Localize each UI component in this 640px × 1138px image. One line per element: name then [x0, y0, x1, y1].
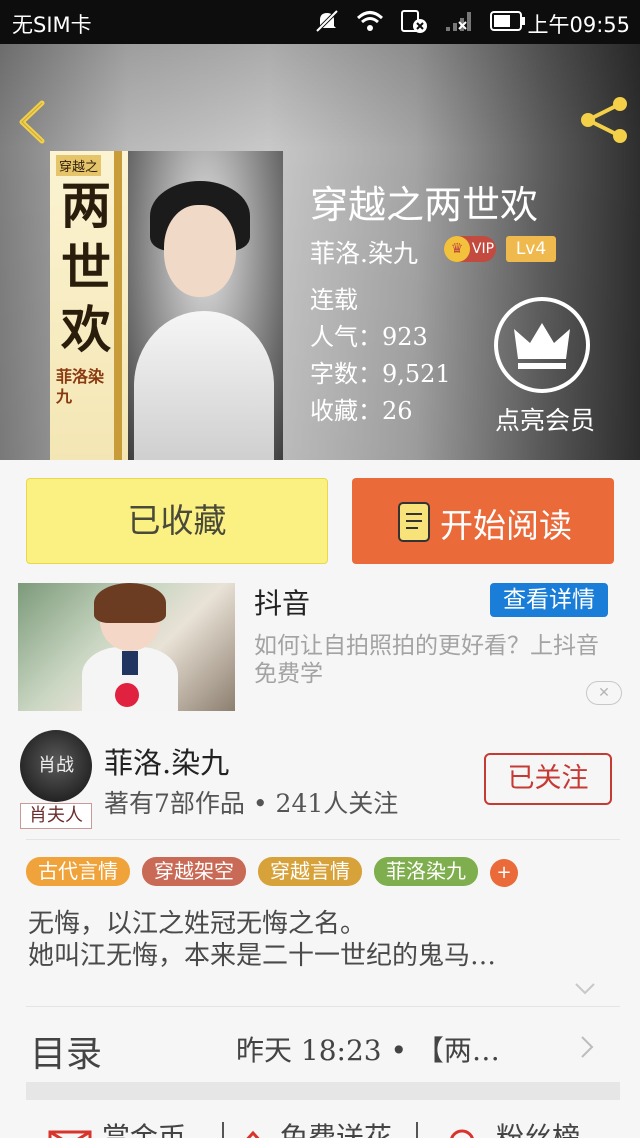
book-title: 穿越之两世欢 — [310, 183, 539, 227]
book-header: 穿越之 两 世 欢 菲洛染九 穿越之两世欢 菲洛.染九 ♛ VIP Lv4 连载… — [0, 44, 640, 460]
chevron-left-icon — [19, 100, 45, 144]
serial-status: 连载 — [310, 286, 358, 314]
followed-button[interactable]: 已关注 — [484, 753, 612, 805]
cover-title-char-2: 世 — [61, 238, 111, 297]
ad-title[interactable]: 抖音 — [254, 582, 310, 622]
start-reading-label: 开始阅读 — [440, 506, 572, 545]
signal-icon — [444, 9, 474, 38]
cover-tagline: 穿越之 — [56, 155, 102, 176]
chevron-right-icon — [581, 1036, 594, 1058]
add-tag-button[interactable]: + — [490, 859, 518, 887]
toc-label: 目录 — [30, 1034, 103, 1075]
view-details-button[interactable]: 查看详情 — [490, 583, 608, 617]
word-count: 字数：9,521 — [310, 360, 451, 388]
tag-chip[interactable]: 菲洛染九 — [374, 857, 478, 886]
bottom-action-bar: 赏金币 免费送花 粉丝榜 — [0, 1100, 640, 1138]
ad-image[interactable] — [18, 583, 235, 711]
wifi-icon — [356, 9, 384, 38]
start-reading-button[interactable]: 开始阅读 — [352, 478, 614, 564]
portrait-face — [164, 205, 236, 297]
cover-portrait — [128, 151, 283, 460]
synopsis-line: 无悔，以江之姓冠无悔之名。 — [28, 909, 367, 939]
reward-coins-button[interactable]: 赏金币 — [102, 1116, 186, 1138]
favorite-count: 收藏：26 — [310, 397, 413, 425]
book-cover[interactable]: 穿越之 两 世 欢 菲洛染九 — [50, 151, 283, 460]
send-flowers-button[interactable]: 免费送花 — [280, 1116, 392, 1138]
popularity: 人气：923 — [310, 323, 428, 351]
author-avatar[interactable]: 肖战 — [20, 730, 92, 802]
cover-title-char-3: 欢 — [61, 300, 111, 359]
book-author[interactable]: 菲洛.染九 — [310, 234, 418, 270]
record-icon — [115, 683, 139, 707]
author-name[interactable]: 菲洛.染九 — [104, 740, 229, 782]
separator — [416, 1122, 418, 1138]
table-of-contents-row[interactable]: 目录 昨天 18:23 • 【两… — [0, 1007, 640, 1085]
synopsis[interactable]: 无悔，以江之姓冠无悔之名。 她叫江无悔，本来是二十一世纪的鬼马… — [28, 908, 618, 972]
sim-error-icon — [400, 8, 428, 39]
crown-ring — [494, 297, 590, 393]
clock: 上午09:55 — [527, 13, 630, 37]
section-gap — [26, 1082, 620, 1100]
tag-chip[interactable]: 穿越言情 — [258, 857, 362, 886]
member-label: 点亮会员 — [494, 406, 595, 435]
mute-icon — [314, 8, 340, 39]
cover-title-char-1: 两 — [61, 176, 111, 235]
battery-icon — [490, 10, 526, 37]
latest-chapter: 昨天 18:23 • 【两… — [236, 1034, 500, 1067]
ad-image-tie — [122, 651, 138, 675]
cover-author: 菲洛染九 — [56, 367, 105, 406]
level-badge: Lv4 — [506, 236, 556, 262]
ad-description[interactable]: 如何让自拍照拍的更好看？上抖音免费学 — [254, 632, 614, 688]
tag-chip[interactable]: 穿越架空 — [142, 857, 246, 886]
carrier-label: 无SIM卡 — [12, 13, 92, 37]
tag-chip[interactable]: 古代言情 — [26, 857, 130, 886]
author-meta: 著有7部作品 • 241人关注 — [104, 789, 399, 818]
ad-image-hair — [94, 583, 166, 623]
vip-badge: ♛ VIP — [444, 236, 496, 262]
back-button[interactable] — [14, 99, 54, 145]
flower-icon — [246, 1130, 260, 1138]
chevron-down-icon[interactable] — [574, 982, 596, 996]
activate-membership-button[interactable]: 点亮会员 — [490, 297, 600, 447]
fans-icon — [450, 1129, 474, 1138]
fan-ranking-button[interactable]: 粉丝榜 — [496, 1116, 580, 1138]
envelope-icon — [48, 1130, 92, 1138]
share-icon — [581, 97, 627, 143]
divider — [26, 839, 620, 840]
separator — [222, 1122, 224, 1138]
share-button[interactable] — [578, 94, 630, 146]
cover-title-strip: 穿越之 两 世 欢 菲洛染九 — [50, 151, 128, 460]
crown-icon: ♛ — [444, 236, 470, 262]
crown-icon — [514, 323, 570, 369]
portrait-robe — [134, 311, 274, 460]
status-icons — [314, 8, 526, 39]
author-avatar-tag: 肖夫人 — [20, 803, 92, 829]
vip-label: VIP — [471, 241, 495, 257]
favorited-button[interactable]: 已收藏 — [26, 478, 328, 564]
synopsis-line: 她叫江无悔，本来是二十一世纪的鬼马… — [28, 941, 497, 971]
book-icon — [398, 502, 430, 542]
status-bar: 无SIM卡 上午09:55 — [0, 0, 640, 44]
ad-close-button[interactable]: ✕ — [586, 681, 622, 705]
